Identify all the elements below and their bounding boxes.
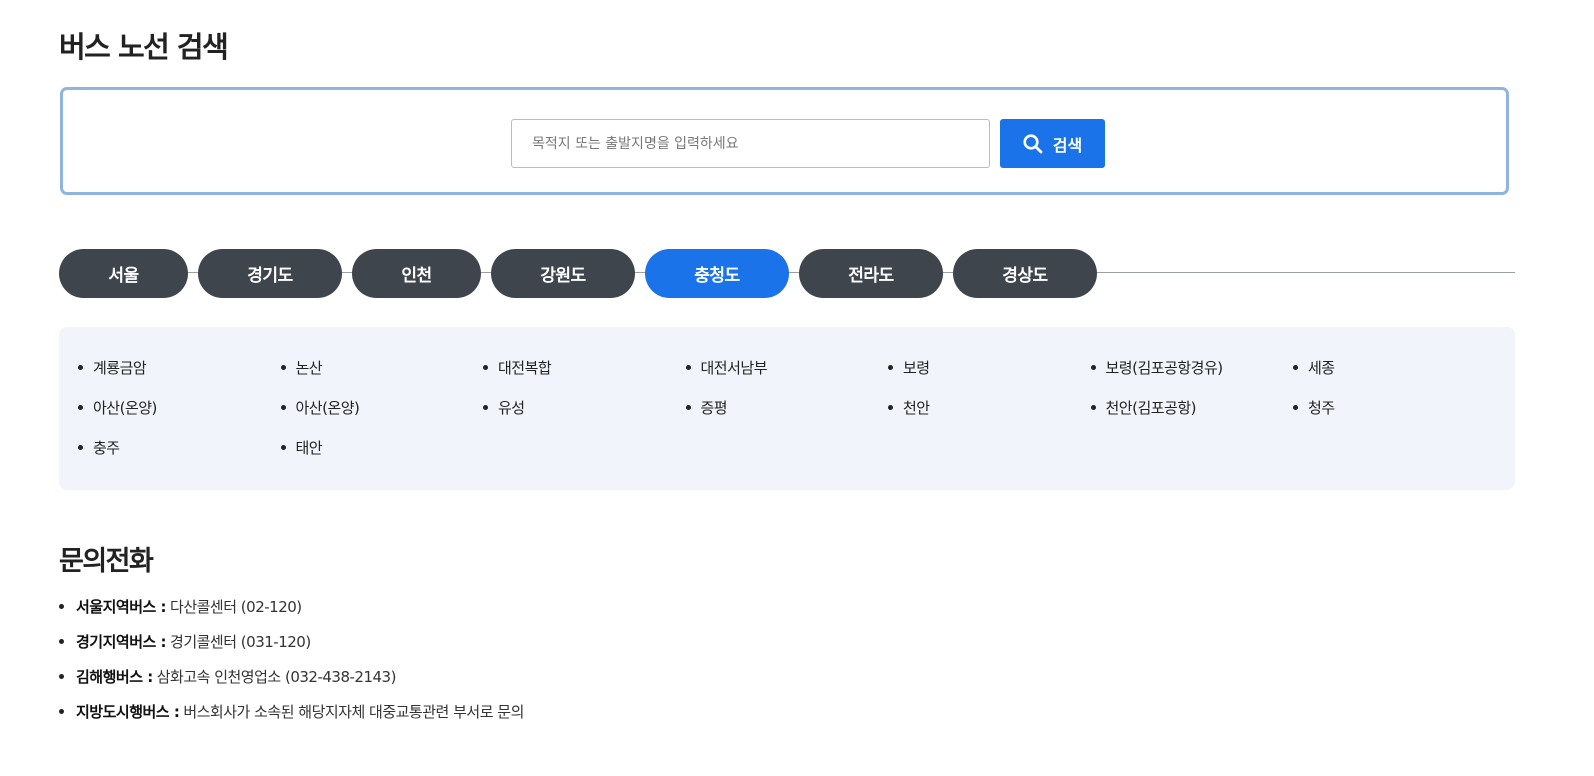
terminal-list: 계룡금암 논산 대전복합 대전서남부 보령 보령(김포공항경유) 세종 아산(온…: [78, 347, 1508, 467]
search-button[interactable]: 검색: [1000, 119, 1105, 168]
terminal-item[interactable]: 천안: [888, 387, 1091, 427]
terminal-item[interactable]: 태안: [281, 427, 484, 467]
contact-item: 서울지역버스 : 다산콜센터 (02-120): [59, 589, 524, 624]
terminal-item[interactable]: 아산(온양): [281, 387, 484, 427]
terminal-item[interactable]: 아산(온양): [78, 387, 281, 427]
contact-value: 다산콜센터 (02-120): [170, 598, 302, 616]
terminal-item[interactable]: 보령(김포공항경유): [1091, 347, 1294, 387]
terminal-item[interactable]: 청주: [1293, 387, 1496, 427]
search-button-label: 검색: [1052, 135, 1083, 155]
contact-label: 경기지역버스 :: [76, 633, 167, 651]
terminal-item[interactable]: 유성: [483, 387, 686, 427]
terminal-item[interactable]: 충주: [78, 427, 281, 467]
tab-incheon[interactable]: 인천: [352, 249, 481, 298]
terminal-item[interactable]: 보령: [888, 347, 1091, 387]
contact-label: 지방도시행버스 :: [76, 703, 180, 721]
tab-gyeongsang[interactable]: 경상도: [953, 249, 1097, 298]
contact-list: 서울지역버스 : 다산콜센터 (02-120) 경기지역버스 : 경기콜센터 (…: [59, 589, 524, 729]
terminal-item[interactable]: 논산: [281, 347, 484, 387]
inquiry-title: 문의전화: [59, 546, 154, 577]
search-box: 검색: [60, 87, 1509, 195]
terminal-item[interactable]: 대전복합: [483, 347, 686, 387]
contact-label: 서울지역버스 :: [76, 598, 167, 616]
tab-gangwon[interactable]: 강원도: [491, 249, 635, 298]
contact-label: 김해행버스 :: [76, 668, 153, 686]
tab-jeolla[interactable]: 전라도: [799, 249, 943, 298]
tab-chungcheong[interactable]: 충청도: [645, 249, 789, 298]
terminal-item[interactable]: 천안(김포공항): [1091, 387, 1294, 427]
search-icon: [1023, 133, 1043, 154]
contact-item: 지방도시행버스 : 버스회사가 소속된 해당지자체 대중교통관련 부서로 문의: [59, 694, 524, 729]
terminal-item[interactable]: 증평: [686, 387, 889, 427]
search-input[interactable]: [511, 119, 990, 168]
terminal-item[interactable]: 세종: [1293, 347, 1496, 387]
contact-value: 버스회사가 소속된 해당지자체 대중교통관련 부서로 문의: [183, 703, 524, 721]
terminal-list-panel: 계룡금암 논산 대전복합 대전서남부 보령 보령(김포공항경유) 세종 아산(온…: [59, 327, 1515, 490]
contact-value: 삼화고속 인천영업소 (032-438-2143): [156, 668, 397, 686]
contact-item: 경기지역버스 : 경기콜센터 (031-120): [59, 624, 524, 659]
tab-gyeonggi[interactable]: 경기도: [198, 249, 342, 298]
contact-item: 김해행버스 : 삼화고속 인천영업소 (032-438-2143): [59, 659, 524, 694]
terminal-item[interactable]: 대전서남부: [686, 347, 889, 387]
page-title: 버스 노선 검색: [59, 30, 229, 64]
contact-value: 경기콜센터 (031-120): [170, 633, 311, 651]
tab-seoul[interactable]: 서울: [59, 249, 188, 298]
terminal-item[interactable]: 계룡금암: [78, 347, 281, 387]
region-tabs: 서울 경기도 인천 강원도 충청도 전라도 경상도: [59, 249, 1097, 298]
